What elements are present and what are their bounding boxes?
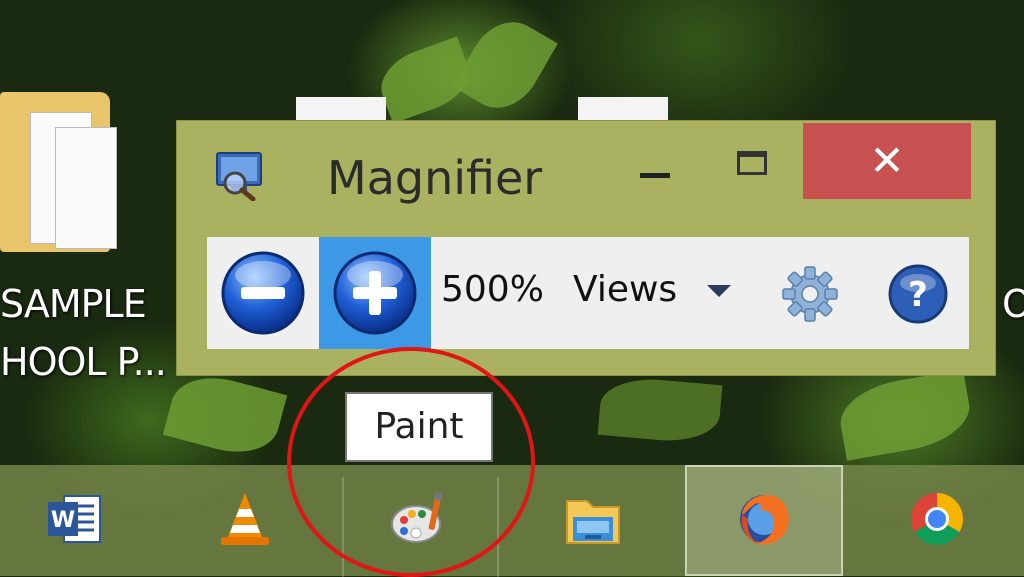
taskbar-chrome-button[interactable] [862,465,1012,576]
taskbar-paint-button[interactable] [345,465,495,576]
magnifier-app-icon [213,149,265,202]
chrome-icon [907,489,967,553]
zoom-out-button[interactable] [207,237,319,349]
wallpaper-leaf [452,8,558,122]
chevron-down-icon[interactable] [707,285,731,297]
taskbar-file-explorer-button[interactable] [518,465,668,576]
taskbar-separator [342,477,344,577]
desktop-icon-label-line1[interactable]: SAMPLE [0,282,147,326]
firefox-icon [734,489,794,553]
magnifier-window[interactable]: Magnifier ✕ 500% Views ? [176,120,996,376]
help-icon[interactable]: ? [887,263,949,329]
vlc-icon [217,489,273,553]
word-icon: W [46,490,104,552]
desktop-icon-label-line2[interactable]: HOOL P... [0,340,167,384]
magnifier-toolbar: 500% Views ? [207,237,969,349]
tooltip: Paint [345,392,493,462]
svg-text:?: ? [908,275,928,315]
wallpaper-leaf [162,366,288,464]
word-glyph: W [51,508,75,533]
views-dropdown[interactable]: Views [573,269,677,310]
window-title: Magnifier [327,151,543,205]
gear-icon[interactable] [781,265,839,327]
wallpaper-leaf [597,374,723,446]
taskbar-word-button[interactable]: W [0,465,150,576]
desktop-icon-label-right[interactable]: O [1002,282,1024,326]
paint-icon [390,490,450,552]
file-explorer-icon [563,491,623,551]
wallpaper-leaf [834,369,976,461]
desktop-document-icon[interactable] [296,97,386,121]
desktop-document-icon[interactable] [578,97,668,121]
taskbar-vlc-button[interactable] [170,465,320,576]
taskbar: W [0,465,1024,577]
close-button[interactable]: ✕ [803,123,971,199]
taskbar-separator [497,477,499,577]
zoom-in-button[interactable] [319,237,431,349]
desktop-folder-icon[interactable] [0,82,120,262]
zoom-level: 500% [441,269,544,310]
maximize-button[interactable] [725,141,785,211]
zoom-out-icon [221,251,305,335]
taskbar-firefox-button[interactable] [685,465,843,576]
zoom-in-icon [333,251,417,335]
minimize-button[interactable] [627,141,687,211]
folder-paper [55,127,117,249]
